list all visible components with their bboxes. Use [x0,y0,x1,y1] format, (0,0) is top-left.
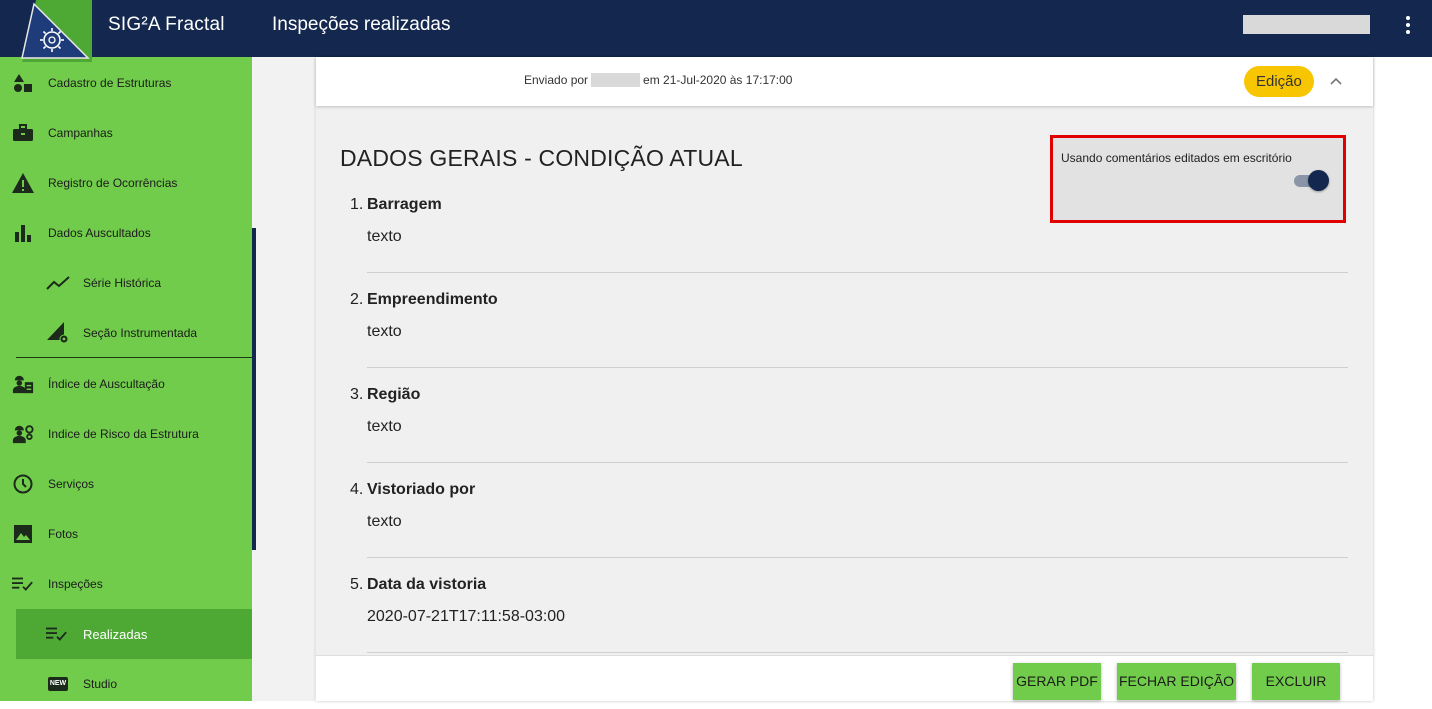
sidebar-item-serie-historica[interactable]: Série Histórica [0,258,252,308]
field-name: Barragem [367,196,442,213]
sidebar-item-label: Registro de Ocorrências [48,176,178,190]
sent-by-date: em 21-Jul-2020 às 17:17:00 [643,73,793,87]
new-badge-icon: NEW [47,676,69,692]
field-value: texto [367,513,402,530]
sidebar-item-label: Serviços [48,477,95,491]
sidebar-item-label: Dados Auscultados [48,226,151,240]
field-value: 2020-07-21T17:11:58-03:00 [367,608,566,625]
engineer-clipboard-icon [12,373,34,395]
chevron-up-icon[interactable] [1328,73,1344,89]
top-app-bar: SIG²A Fractal Inspeções realizadas [0,0,1432,62]
page-title: Inspeções realizadas [272,14,451,35]
field-number: 1. [350,196,364,213]
sidebar-item-studio[interactable]: NEW Studio [0,659,252,709]
field-value: texto [367,418,402,435]
field-divider [367,652,1348,653]
field-number: 3. [350,386,364,403]
sidebar-item-fotos[interactable]: Fotos [0,509,252,559]
checklist-icon [12,573,34,595]
more-options-icon[interactable] [1398,14,1418,36]
inspection-header[interactable]: Enviado por em 21-Jul-2020 às 17:17:00 E… [316,57,1373,106]
sidebar-item-label: Índice de Auscultação [48,377,165,391]
warning-icon [12,172,34,194]
sidebar-item-label: Fotos [48,527,79,541]
sidebar-item-label: Studio [83,677,118,691]
checklist-icon [46,623,68,645]
action-bar: GERAR PDF FECHAR EDIÇÃO EXCLUIR [316,655,1373,701]
office-comments-label: Usando comentários editados em escritóri… [1061,151,1292,165]
sidebar: Cadastro de Estruturas Campanhas Registr… [0,57,252,701]
field-divider [367,462,1348,463]
sidebar-divider [16,357,252,358]
field-number: 4. [350,481,364,498]
content-gutter [252,57,315,701]
trending-icon [46,272,70,294]
sidebar-item-inspecoes[interactable]: Inspeções [0,559,252,609]
sidebar-item-label: Seção Instrumentada [83,326,198,340]
switch-knob [1308,170,1329,191]
field-value: texto [367,228,402,245]
generate-pdf-button[interactable]: GERAR PDF [1013,663,1101,700]
status-badge: Edição [1244,66,1314,97]
sidebar-item-indice-risco[interactable]: Indice de Risco da Estrutura [0,409,252,459]
sidebar-item-label: Inspeções [48,577,103,591]
delete-button[interactable]: EXCLUIR [1252,663,1340,700]
image-icon [12,523,34,545]
field-name: Data da vistoria [367,576,487,593]
new-badge-label: NEW [48,677,68,691]
user-name-redacted[interactable] [1243,15,1370,34]
section-title: DADOS GERAIS - CONDIÇÃO ATUAL [340,145,743,171]
field-number: 5. [350,576,364,593]
app-title: SIG²A Fractal [108,14,225,35]
bar-chart-icon [12,222,34,244]
office-comments-switch[interactable] [1294,170,1330,191]
sent-by-info: Enviado por em 21-Jul-2020 às 17:17:00 [524,73,792,87]
sidebar-item-label: Campanhas [48,126,113,140]
inspection-panel: Enviado por em 21-Jul-2020 às 17:17:00 E… [316,57,1373,701]
field-name: Região [367,386,421,403]
engineer-gear-icon [12,423,34,445]
field-name: Empreendimento [367,291,498,308]
field-divider [367,367,1348,368]
sidebar-item-servicos[interactable]: Serviços [0,459,252,509]
office-comments-toggle-box: Usando comentários editados em escritóri… [1050,135,1346,223]
sidebar-item-campanhas[interactable]: Campanhas [0,108,252,158]
sidebar-item-dados-auscultados[interactable]: Dados Auscultados [0,208,252,258]
sidebar-item-label: Série Histórica [83,276,162,290]
shapes-icon [12,72,34,94]
sidebar-item-label: Realizadas [83,626,148,642]
field-divider [367,272,1348,273]
sidebar-scrollbar[interactable] [252,228,256,550]
clock-icon [12,473,34,495]
field-divider [367,557,1348,558]
sidebar-item-label: Cadastro de Estruturas [48,76,172,90]
sidebar-item-label: Indice de Risco da Estrutura [48,427,199,441]
sender-name-redacted [591,73,641,87]
app-logo[interactable] [14,0,94,62]
sidebar-item-realizadas[interactable]: Realizadas [16,609,252,659]
briefcase-icon [12,122,34,144]
sent-by-prefix: Enviado por [524,73,589,87]
field-number: 2. [350,291,364,308]
field-value: texto [367,323,402,340]
close-edit-button[interactable]: FECHAR EDIÇÃO [1117,663,1236,700]
sidebar-item-registro-ocorrencias[interactable]: Registro de Ocorrências [0,158,252,208]
sidebar-item-cadastro-estruturas[interactable]: Cadastro de Estruturas [0,58,252,108]
field-name: Vistoriado por [367,481,476,498]
sidebar-item-secao-instrumentada[interactable]: Seção Instrumentada [0,308,252,358]
section-gear-icon [46,322,70,344]
sidebar-item-indice-auscultacao[interactable]: Índice de Auscultação [0,359,252,409]
